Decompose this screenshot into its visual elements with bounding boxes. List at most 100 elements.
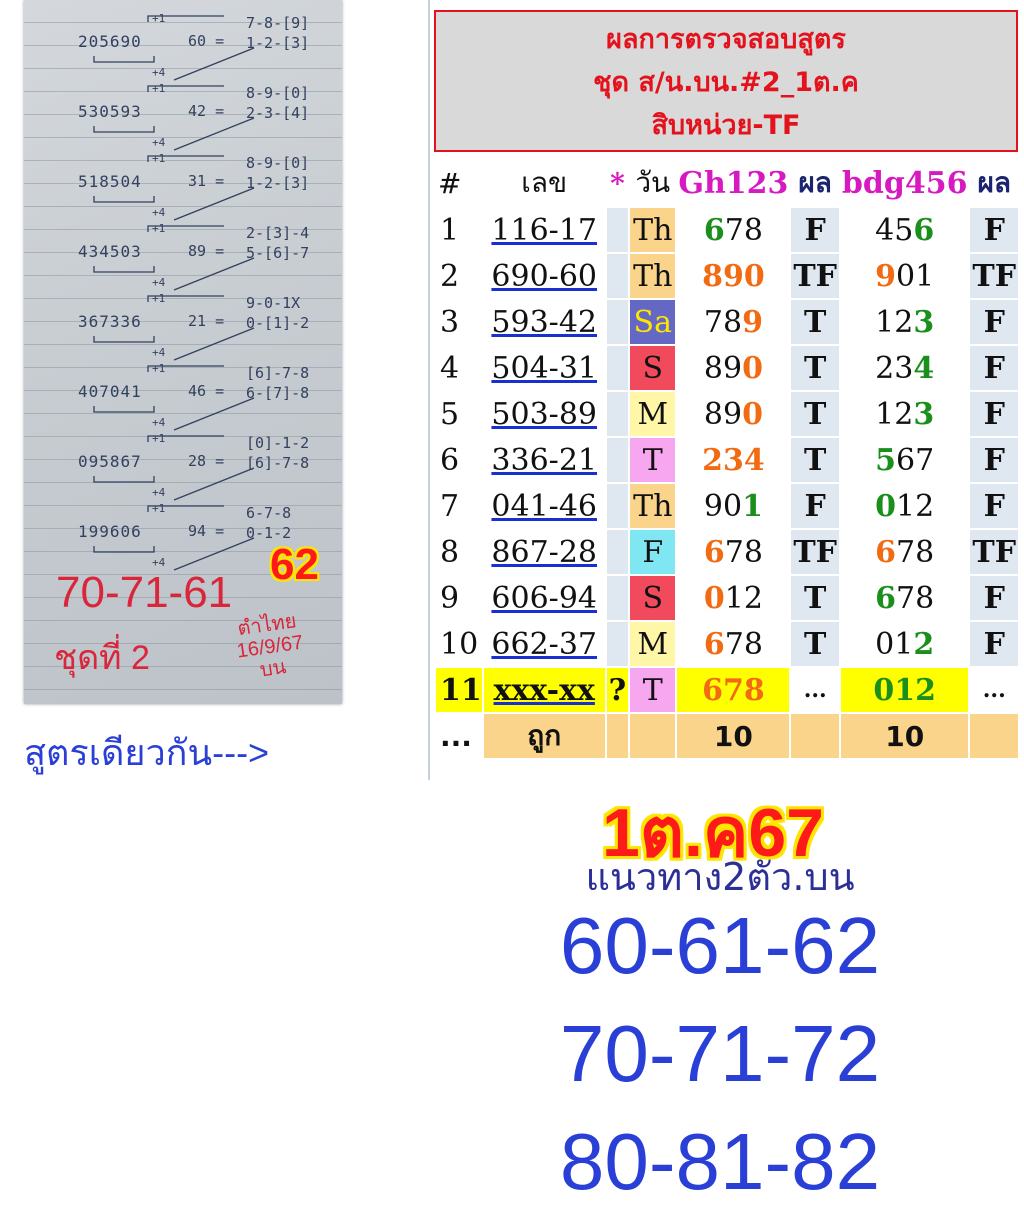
number-link[interactable]: 504-31 (484, 346, 605, 390)
gh123-cell: 901 (677, 484, 789, 528)
col-result-2: ผล (970, 160, 1018, 206)
result-1-cell: T (791, 622, 839, 666)
bdg456-cell: 567 (841, 438, 969, 482)
result-2-cell: F (970, 622, 1018, 666)
unknown-mark: ? (606, 668, 629, 712)
day-cell: T (630, 668, 676, 712)
bdg-digit-part: 78 (896, 534, 935, 570)
result-badge: 62 (270, 540, 319, 589)
total-dots: ... (436, 714, 482, 758)
number-link[interactable]: 606-94 (484, 576, 605, 620)
number-link[interactable]: 336-21 (484, 438, 605, 482)
panel-border (428, 0, 430, 780)
notebook-photo: +1 205690 60 = 7-8-[9] 1-2-[3] +4 +1 530593 42 =… (24, 0, 342, 704)
number-link[interactable]: 503-89 (484, 392, 605, 436)
gh123-cell: 789 (677, 300, 789, 344)
table-row: 9 606-94 S 012 T 678 F (436, 576, 1018, 620)
bdg-digit-part: 23 (875, 350, 914, 386)
hw-mark: +1 (152, 292, 166, 305)
result-2-cell: F (970, 208, 1018, 252)
col-result-1: ผล (791, 160, 839, 206)
hw-number: 518504 (78, 172, 142, 191)
results-table: # เลข * วัน Gh123 ผล bdg456 ผล 1 116-17 Th… (434, 158, 1020, 760)
red-handwritten-numbers: 70-71-61 (56, 568, 233, 617)
table-row: 7 041-46 Th 901 F 012 F (436, 484, 1018, 528)
hw-bottom-set: 5-[6]-7 (246, 244, 310, 262)
hw-sum: 28 = (188, 452, 225, 470)
total-blank (970, 714, 1018, 758)
gh-digit-part: 2 (702, 442, 723, 478)
red-handwritten-set: ชุดที่ 2 (54, 639, 150, 677)
day-cell: S (630, 576, 676, 620)
gh-digit-part: 78 (724, 626, 763, 662)
row-index: 1 (440, 212, 460, 248)
number-link[interactable]: 116-17 (484, 208, 605, 252)
number-link[interactable]: xxx-xx (483, 668, 605, 712)
row-index: 6 (440, 442, 460, 478)
result-1-cell: F (791, 484, 839, 528)
day-cell: Th (630, 484, 676, 528)
gh123-cell: 890 (677, 346, 789, 390)
total-blank (606, 714, 629, 758)
header-line-3: สิบหน่วย-TF (651, 110, 801, 141)
gh-digit-part: 0 (743, 258, 765, 294)
bdg-digit-part: 3 (913, 396, 935, 432)
col-number: เลข (483, 160, 605, 206)
table-row: 4 504-31 S 890 T 234 F (436, 346, 1018, 390)
number-link[interactable]: 041-46 (484, 484, 605, 528)
day-cell: Sa (630, 300, 676, 344)
gh123-cell: 890 (677, 392, 789, 436)
gh-digit-part: 0 (703, 580, 725, 616)
total-blank (791, 714, 839, 758)
hw-top-set: 2-[3]-4 (246, 224, 310, 242)
result-1-cell: T (791, 438, 839, 482)
bdg456-cell: 123 (841, 300, 969, 344)
hw-top-set: 8-9-[0] (246, 84, 310, 102)
table-row: 8 867-28 F 678 TF 678 TF (436, 530, 1018, 574)
hw-bottom-set: [6]-7-8 (246, 454, 310, 472)
bdg-digit-part: 6 (913, 212, 935, 248)
hw-number: 407041 (78, 382, 142, 401)
result-2-cell: TF (970, 530, 1018, 574)
total-row: ... ถูก 10 10 (436, 714, 1018, 758)
star-cell (606, 254, 629, 298)
total-blank (630, 714, 676, 758)
table-row: 3 593-42 Sa 789 T 123 F (436, 300, 1018, 344)
hw-sum: 60 = (188, 32, 225, 50)
day-cell: S (630, 346, 676, 390)
header-line-1: ผลการตรวจสอบสูตร (606, 24, 846, 55)
bdg456-cell: 678 (841, 576, 969, 620)
result-1-cell: T (791, 576, 839, 620)
hw-bottom-set: 6-[7]-8 (246, 384, 310, 402)
number-link[interactable]: 867-28 (484, 530, 605, 574)
row-index: 7 (440, 488, 460, 524)
col-star: * (606, 160, 629, 206)
hw-mark: +1 (152, 152, 166, 165)
result-2-cell: F (970, 438, 1018, 482)
gh123-cell: 890 (677, 254, 789, 298)
number-link[interactable]: 690-60 (484, 254, 605, 298)
total-gh123: 10 (677, 714, 790, 758)
number-link[interactable]: 593-42 (484, 300, 605, 344)
row-index: 11 (436, 668, 482, 712)
day-cell: M (630, 622, 676, 666)
hw-mark: +1 (152, 222, 166, 235)
row-index: 4 (440, 350, 460, 386)
row-index: 2 (440, 258, 460, 294)
hw-top-set: [0]-1-2 (246, 434, 310, 452)
row-index: 10 (440, 626, 479, 662)
bdg456-cell: 234 (841, 346, 969, 390)
results-panel: ผลการตรวจสอบสูตร ชุด ส/น.บน.#2_1ต.ค สิบห… (428, 0, 1024, 780)
gh123-cell: 678 (677, 208, 789, 252)
hw-sum: 46 = (188, 382, 225, 400)
result-1-cell: TF (791, 254, 839, 298)
result-2-cell: F (970, 300, 1018, 344)
col-day: วัน (630, 160, 676, 206)
table-row: 5 503-89 M 890 T 123 F (436, 392, 1018, 436)
prediction-line-2: 70-71-72 (559, 1009, 881, 1098)
gh-digit-part: 9 (742, 304, 763, 340)
number-link[interactable]: 662-37 (484, 622, 605, 666)
gh-digit-part: 78 (724, 534, 763, 570)
gh-digit-part: 4 (743, 442, 765, 478)
bdg456-cell: 678 (841, 530, 969, 574)
